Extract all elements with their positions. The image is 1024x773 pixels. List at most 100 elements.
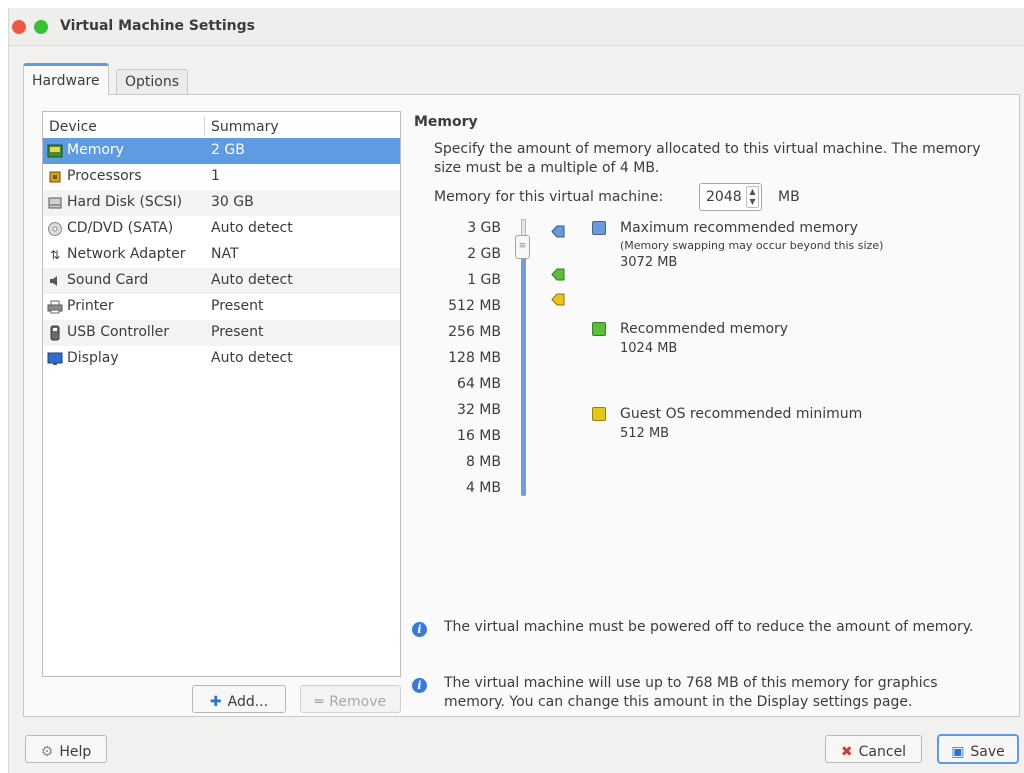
- device-row-memory[interactable]: Memory 2 GB: [43, 138, 400, 164]
- scale-label: 4 MB: [465, 480, 501, 496]
- scale-label: 2 GB: [467, 246, 501, 262]
- memory-icon: [47, 143, 63, 159]
- device-summary: 2 GB: [211, 142, 245, 158]
- device-row-network-adapter[interactable]: ⇅ Network Adapter NAT: [43, 242, 400, 268]
- maximize-window-button[interactable]: [34, 20, 48, 34]
- device-summary: Auto detect: [211, 350, 293, 366]
- memory-size-value[interactable]: 2048: [706, 189, 742, 205]
- display-icon: [47, 351, 63, 367]
- max-recommended-value: 3072 MB: [620, 255, 678, 270]
- device-row-cd-dvd[interactable]: CD/DVD (SATA) Auto detect: [43, 216, 400, 242]
- device-name: CD/DVD (SATA): [67, 220, 174, 236]
- scale-label: 32 MB: [457, 402, 501, 418]
- device-row-usb-controller[interactable]: USB Controller Present: [43, 320, 400, 346]
- max-recommended-marker-icon: [551, 225, 565, 238]
- memory-section-title: Memory: [414, 114, 478, 130]
- graphics-memory-info-text: The virtual machine will use up to 768 M…: [444, 675, 938, 710]
- device-summary: 30 GB: [211, 194, 254, 210]
- guest-os-minimum-title: Guest OS recommended minimum: [620, 406, 863, 422]
- cancel-label: Cancel: [858, 743, 907, 760]
- scale-label: 128 MB: [448, 350, 501, 366]
- spin-arrows-icon[interactable]: ▲ ▼: [746, 186, 759, 208]
- scale-label: 64 MB: [457, 376, 501, 392]
- device-summary: Present: [211, 298, 264, 314]
- memory-description: Specify the amount of memory allocated t…: [434, 141, 981, 176]
- cancel-icon: ✖: [840, 743, 853, 760]
- recommended-marker-icon: [551, 268, 565, 281]
- device-summary: 1: [211, 168, 220, 184]
- device-name: Processors: [67, 168, 142, 184]
- device-summary: NAT: [211, 246, 239, 262]
- scale-label: 3 GB: [467, 220, 501, 236]
- guest-os-minimum-value: 512 MB: [620, 426, 670, 441]
- window-title: Virtual Machine Settings: [60, 18, 255, 34]
- printer-icon: [47, 299, 63, 315]
- device-column-header[interactable]: Device: [49, 119, 97, 135]
- device-list[interactable]: Device Summary Memory 2 GB Processors 1 …: [42, 111, 401, 677]
- sound-card-icon: [47, 273, 63, 289]
- device-row-hard-disk[interactable]: Hard Disk (SCSI) 30 GB: [43, 190, 400, 216]
- save-button[interactable]: ▣ Save: [938, 735, 1018, 763]
- device-row-processors[interactable]: Processors 1: [43, 164, 400, 190]
- device-name: Printer: [67, 298, 114, 314]
- recommended-value: 1024 MB: [620, 341, 678, 356]
- memory-size-spinbox[interactable]: 2048 ▲ ▼: [699, 183, 762, 211]
- recommended-title: Recommended memory: [620, 321, 789, 337]
- cancel-button[interactable]: ✖ Cancel: [825, 735, 922, 763]
- memory-slider-thumb[interactable]: ≡: [515, 235, 530, 259]
- remove-device-button[interactable]: ═ Remove: [300, 685, 401, 713]
- info-icon: i: [412, 622, 427, 637]
- cd-dvd-icon: [47, 221, 63, 237]
- plus-icon: ✚: [209, 693, 222, 710]
- recommended-swatch-icon: [592, 322, 606, 336]
- memory-field-label: Memory for this virtual machine:: [434, 189, 664, 205]
- column-separator: [204, 116, 205, 136]
- settings-window: Virtual Machine Settings Hardware Option…: [8, 8, 1024, 773]
- scale-label: 256 MB: [448, 324, 501, 340]
- help-label: Help: [59, 743, 92, 760]
- summary-column-header[interactable]: Summary: [211, 119, 279, 135]
- scale-label: 512 MB: [448, 298, 501, 314]
- guest-os-minimum-swatch-icon: [592, 407, 606, 421]
- add-device-button[interactable]: ✚ Add...: [192, 685, 286, 713]
- device-row-printer[interactable]: Printer Present: [43, 294, 400, 320]
- scale-label: 1 GB: [467, 272, 501, 288]
- scale-label: 8 MB: [465, 454, 501, 470]
- remove-device-label: Remove: [329, 693, 387, 710]
- device-row-sound-card[interactable]: Sound Card Auto detect: [43, 268, 400, 294]
- tab-options[interactable]: Options: [116, 69, 189, 95]
- device-summary: Auto detect: [211, 272, 293, 288]
- memory-unit-label: MB: [778, 189, 800, 205]
- device-summary: Auto detect: [211, 220, 293, 236]
- help-button[interactable]: ⚙ Help: [25, 735, 107, 763]
- minus-icon: ═: [314, 693, 324, 710]
- device-name: Memory: [67, 142, 124, 158]
- info-icon: i: [412, 678, 427, 693]
- memory-scale-labels: 3 GB 2 GB 1 GB 512 MB 256 MB 128 MB 64 M…: [434, 220, 501, 510]
- max-recommended-note: (Memory swapping may occur beyond this s…: [620, 239, 884, 252]
- max-recommended-swatch-icon: [592, 221, 606, 235]
- tab-hardware[interactable]: Hardware: [23, 63, 109, 95]
- hard-disk-icon: [47, 195, 63, 211]
- device-name: USB Controller: [67, 324, 170, 340]
- close-window-button[interactable]: [12, 20, 26, 34]
- save-label: Save: [970, 743, 1005, 760]
- processor-icon: [47, 169, 63, 185]
- device-summary: Present: [211, 324, 264, 340]
- device-name: Display: [67, 350, 119, 366]
- save-icon: ▣: [951, 743, 965, 760]
- hardware-tab-panel: Device Summary Memory 2 GB Processors 1 …: [23, 94, 1020, 717]
- help-icon: ⚙: [40, 743, 54, 760]
- title-bar: Virtual Machine Settings: [9, 8, 1024, 46]
- device-name: Hard Disk (SCSI): [67, 194, 183, 210]
- scale-label: 16 MB: [457, 428, 501, 444]
- memory-slider-track[interactable]: [521, 219, 526, 496]
- network-adapter-icon: ⇅: [49, 248, 61, 262]
- guest-os-minimum-marker-icon: [551, 293, 565, 306]
- max-recommended-title: Maximum recommended memory: [620, 220, 858, 236]
- usb-controller-icon: [47, 325, 63, 341]
- device-row-display[interactable]: Display Auto detect: [43, 346, 400, 372]
- device-name: Sound Card: [67, 272, 149, 288]
- device-list-header: Device Summary: [43, 112, 400, 138]
- power-off-info-text: The virtual machine must be powered off …: [444, 619, 974, 635]
